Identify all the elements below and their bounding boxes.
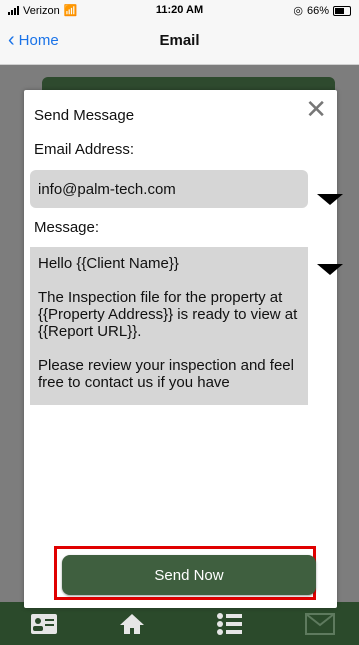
- page-title: Email: [159, 32, 200, 49]
- email-address-field[interactable]: info@palm-tech.com: [30, 170, 308, 208]
- contact-card-icon[interactable]: [26, 610, 62, 638]
- send-message-dialog: Send Message ✕ Email Address: info@palm-…: [24, 90, 343, 608]
- message-dropdown-icon[interactable]: [317, 264, 343, 275]
- status-right: ◎ 66%: [293, 4, 351, 17]
- email-address-label: Email Address:: [34, 141, 135, 158]
- list-icon[interactable]: [212, 610, 248, 638]
- message-field[interactable]: Hello {{Client Name}} The Inspection fil…: [30, 247, 308, 405]
- navigation-bar: ‹ Home Email: [0, 20, 359, 65]
- message-paragraph: Please review your inspection and feel f…: [38, 357, 294, 391]
- dialog-title: Send Message: [34, 107, 135, 124]
- message-label: Message:: [34, 219, 100, 236]
- battery-percent: 66%: [306, 4, 329, 17]
- email-dropdown-icon[interactable]: [317, 194, 343, 205]
- home-icon[interactable]: [114, 610, 150, 638]
- battery-icon: [333, 5, 351, 16]
- message-paragraph: The Inspection file for the property at …: [38, 289, 298, 340]
- tab-bar: [0, 602, 359, 645]
- send-now-button[interactable]: Send Now: [62, 555, 316, 595]
- orientation-lock-icon: ◎: [293, 5, 303, 17]
- mail-icon[interactable]: [302, 610, 338, 638]
- message-paragraph: Hello {{Client Name}}: [38, 255, 179, 272]
- status-bar: Verizon 📶 11:20 AM ◎ 66%: [0, 0, 359, 20]
- close-icon[interactable]: ✕: [305, 96, 327, 122]
